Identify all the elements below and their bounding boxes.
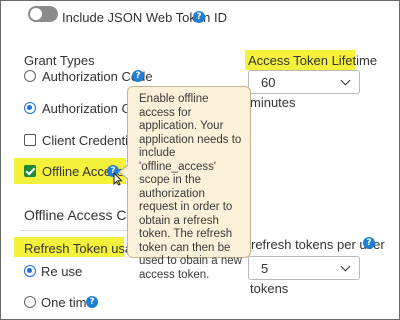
help-icon[interactable]: ? (132, 70, 144, 82)
help-icon[interactable]: ? (86, 296, 98, 308)
offline-access-checkbox[interactable] (24, 165, 36, 177)
grant-types-heading: Grant Types (24, 53, 95, 68)
grant-type-radio-2[interactable] (24, 102, 36, 114)
help-icon[interactable]: ? (363, 237, 375, 249)
access-token-lifetime-value: 60 (261, 75, 276, 90)
refresh-reuse-label: Re use (41, 264, 83, 279)
mouse-pointer-icon (113, 172, 123, 186)
grant-type-radio-1[interactable] (24, 70, 36, 82)
access-token-lifetime-select[interactable]: 60 (248, 70, 360, 94)
offline-access-tooltip: Enable offline access for application. Y… (127, 86, 251, 281)
chevron-down-icon (340, 75, 351, 86)
refresh-per-user-select[interactable]: 5 (248, 256, 360, 280)
tooltip-text: Enable offline access for application. Y… (139, 93, 242, 281)
refresh-per-user-unit: tokens (250, 281, 289, 296)
toggle-knob (30, 8, 42, 20)
client-credentials-checkbox[interactable] (24, 134, 36, 146)
refresh-per-user-value: 5 (261, 261, 269, 276)
access-token-unit: minutes (250, 95, 296, 110)
help-icon[interactable]: ? (193, 11, 205, 23)
refresh-onetime-radio[interactable] (24, 296, 36, 308)
jwt-id-toggle[interactable] (28, 6, 58, 22)
access-token-lifetime-label: Access Token Lifetime (248, 53, 378, 68)
chevron-down-icon (340, 261, 351, 272)
refresh-reuse-radio[interactable] (24, 265, 36, 277)
